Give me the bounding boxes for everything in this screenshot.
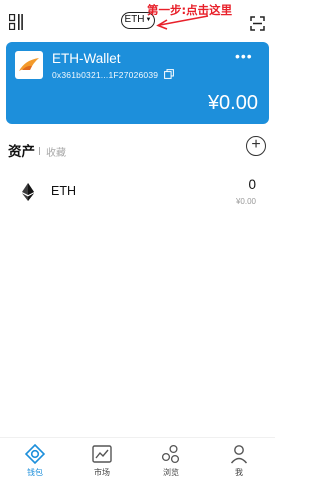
wallet-address: 0x361b0321...1F27026039	[52, 70, 159, 80]
nav-item-wallet[interactable]: 钱包	[10, 444, 60, 478]
token-fiat-value: ¥0.00	[235, 197, 256, 206]
tab-assets[interactable]: 资产	[8, 144, 35, 159]
qr-code-icon[interactable]	[9, 14, 23, 30]
nav-label-browse: 浏览	[163, 468, 179, 477]
ethereum-icon	[22, 183, 34, 201]
asset-tabs: 资产 收藏	[8, 140, 66, 161]
nav-label-profile: 我	[235, 468, 243, 477]
tab-divider	[39, 147, 40, 155]
wallet-icon	[25, 444, 45, 464]
top-bar: ETH▼ 第一步:点击这里	[0, 0, 275, 42]
tab-collect[interactable]: 收藏	[46, 148, 66, 159]
scan-icon[interactable]	[250, 16, 265, 31]
nav-label-wallet: 钱包	[27, 468, 43, 477]
wallet-balance: ¥0.00	[207, 92, 258, 114]
profile-icon	[230, 445, 248, 464]
nav-item-browse[interactable]: 浏览	[146, 444, 196, 478]
token-symbol: ETH	[51, 184, 76, 198]
nav-item-profile[interactable]: 我	[214, 444, 264, 478]
wallet-name: ETH-Wallet	[52, 51, 121, 66]
token-amount: 0	[248, 177, 256, 192]
network-label: ETH	[124, 14, 145, 25]
copy-icon[interactable]	[164, 69, 174, 79]
more-options-icon[interactable]: •••	[235, 48, 253, 64]
list-item[interactable]: ETH 0 ¥0.00	[0, 170, 275, 214]
wallet-avatar-icon	[19, 58, 39, 71]
add-token-button[interactable]: +	[246, 136, 266, 156]
nav-label-market: 市场	[94, 468, 110, 477]
wallet-logo	[15, 51, 43, 79]
nav-item-market[interactable]: 市场	[77, 444, 127, 478]
bottom-navigation: 钱包 市场 浏览 我	[0, 437, 275, 482]
market-icon	[92, 445, 112, 463]
browse-icon	[161, 444, 180, 464]
tutorial-annotation: 第一步:点击这里	[147, 3, 233, 17]
wallet-card[interactable]: ETH-Wallet 0x361b0321...1F27026039 ••• ¥…	[6, 42, 269, 124]
plus-icon: +	[251, 136, 261, 153]
